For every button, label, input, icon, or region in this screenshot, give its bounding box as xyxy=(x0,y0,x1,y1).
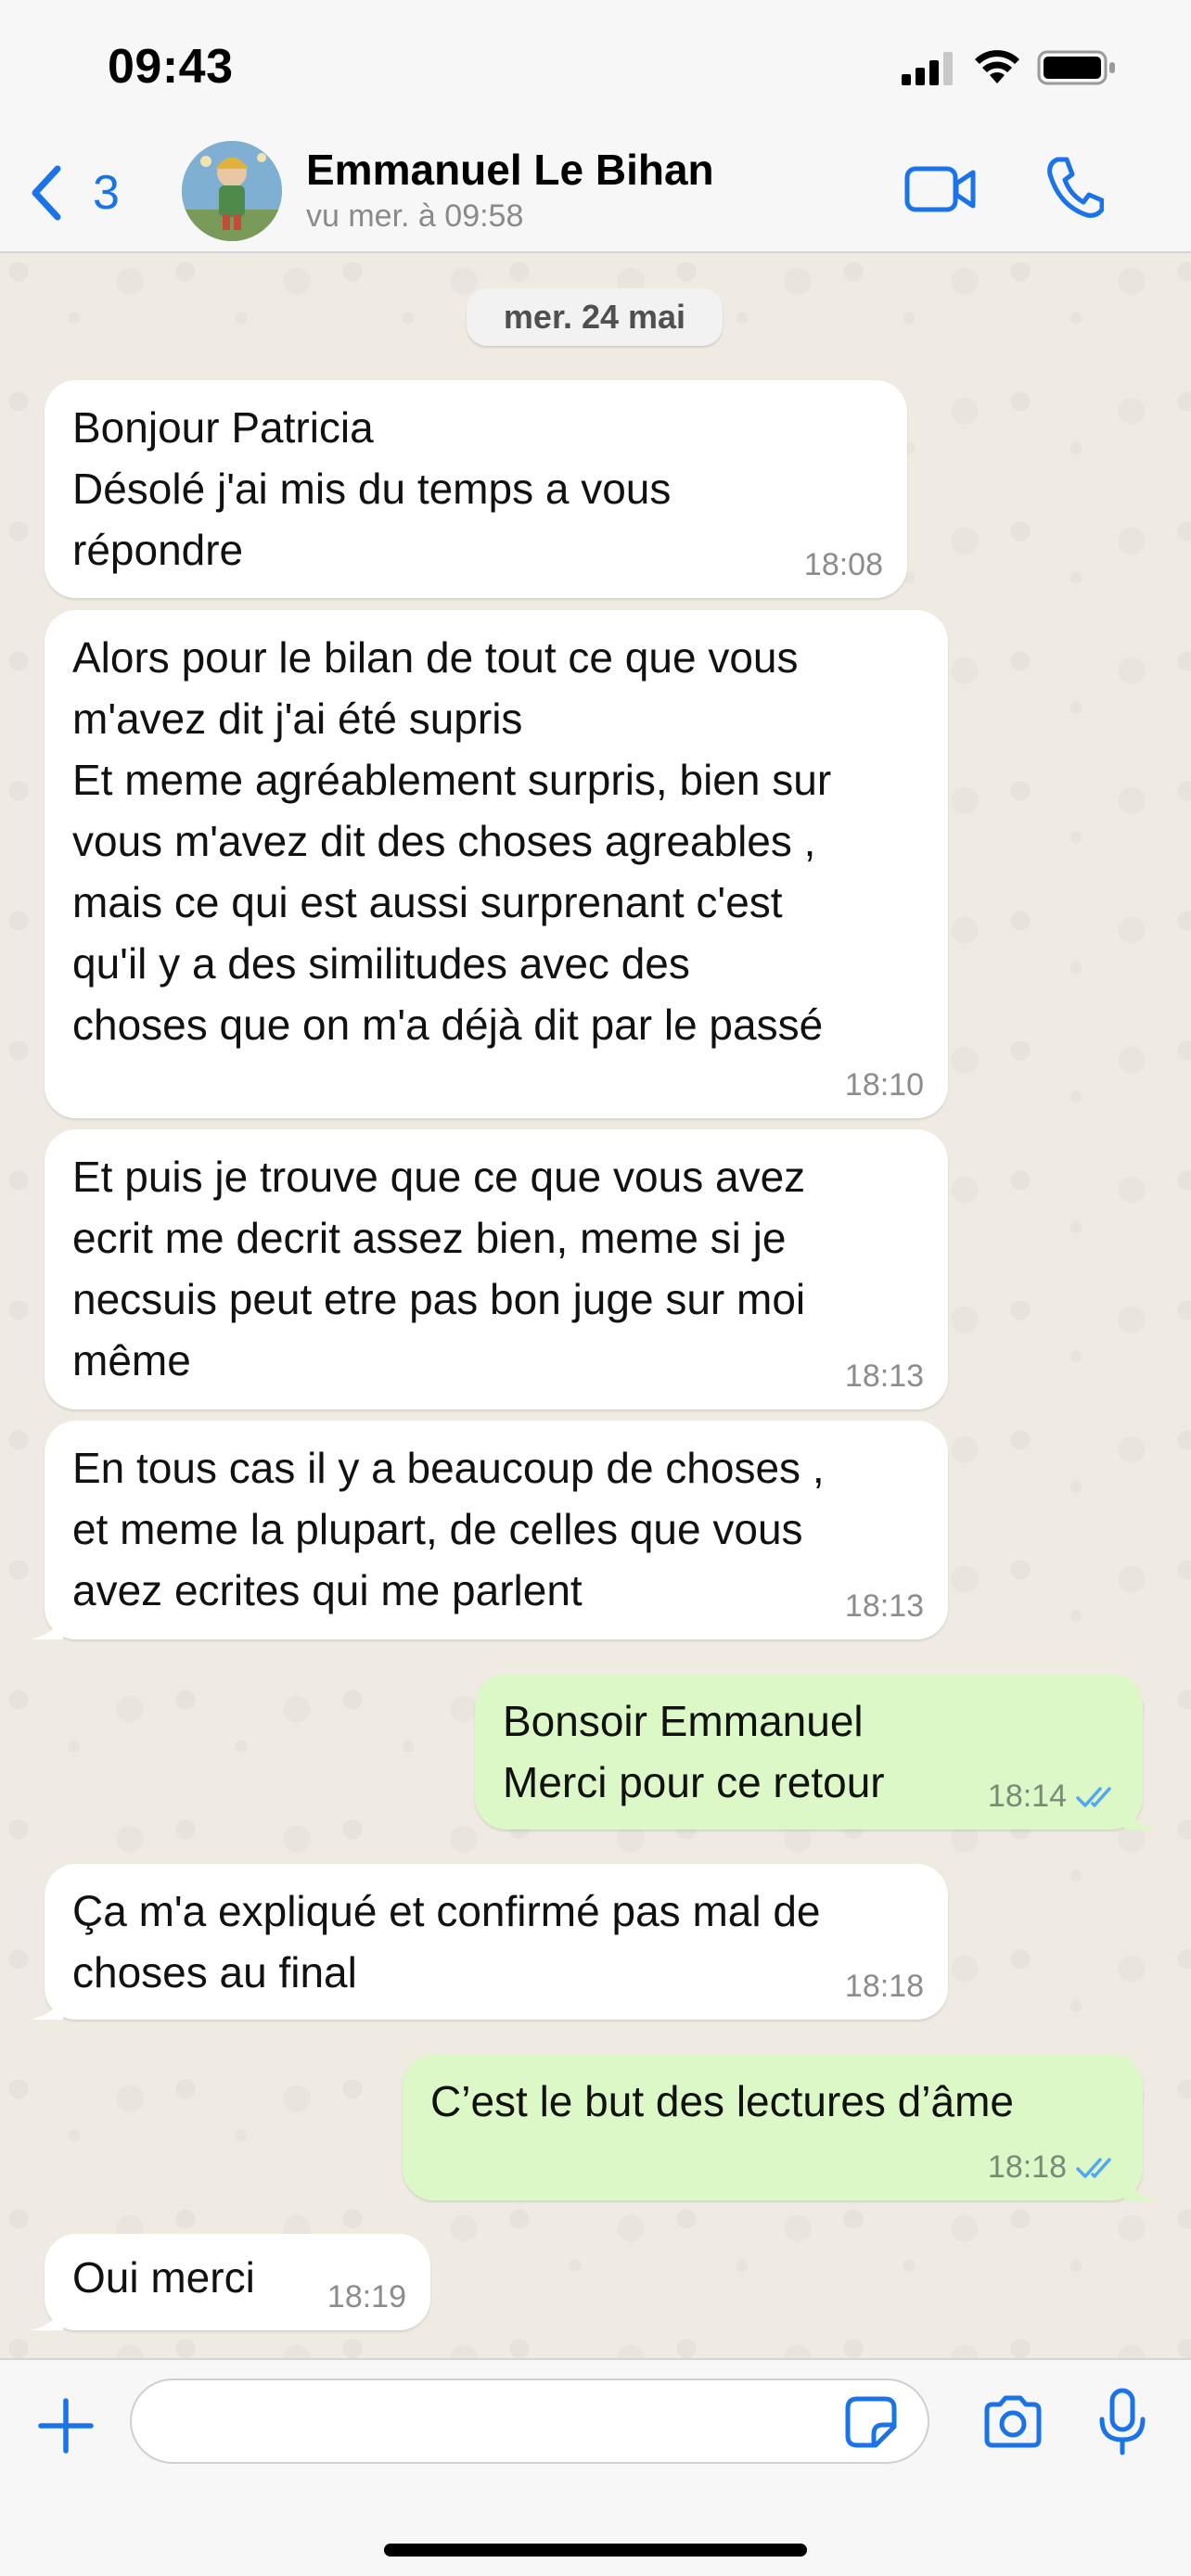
message-text: C’est le but des lectures d’âme xyxy=(430,2077,1014,2125)
message-meta: 18:19 xyxy=(327,2279,406,2315)
contact-avatar[interactable] xyxy=(182,141,282,241)
message-text: Bonjour Patricia Désolé j'ai mis du temp… xyxy=(72,403,672,574)
sticker-icon[interactable] xyxy=(844,2395,898,2449)
bubble-tail xyxy=(1124,1802,1158,1830)
double-check-read-icon xyxy=(1076,1786,1111,1807)
message-bubble-incoming[interactable]: Bonjour Patricia Désolé j'ai mis du temp… xyxy=(45,380,907,598)
message-time: 18:13 xyxy=(844,1358,924,1394)
battery-icon xyxy=(1037,50,1115,85)
avatar-image xyxy=(182,141,282,241)
message-meta: 18:13 xyxy=(845,1358,924,1395)
message-bubble-incoming[interactable]: Oui merci 18:19 xyxy=(30,2234,430,2330)
camera-icon[interactable] xyxy=(981,2395,1044,2449)
message-bubble-incoming[interactable]: Ça m'a expliqué et confirmé pas mal de c… xyxy=(30,1864,948,2020)
message-time: 18:08 xyxy=(803,547,883,582)
chat-header: 3 Emmanuel Le Bihan vu mer. à 09:58 xyxy=(0,137,1191,253)
chat-messages-area[interactable]: mer. 24 mai Bonjour Patricia Désolé j'ai… xyxy=(0,253,1191,2358)
message-bubble-incoming[interactable]: Alors pour le bilan de tout ce que vous … xyxy=(45,610,948,1118)
phone-icon[interactable] xyxy=(1044,154,1104,221)
unread-count: 3 xyxy=(93,166,120,220)
cellular-signal-icon xyxy=(902,52,953,85)
status-time: 09:43 xyxy=(108,40,234,94)
video-call-icon[interactable] xyxy=(904,158,977,221)
message-bubble-outgoing[interactable]: Bonsoir Emmanuel Merci pour ce retour 18… xyxy=(475,1674,1158,1830)
contact-name[interactable]: Emmanuel Le Bihan xyxy=(306,145,714,195)
message-composer xyxy=(0,2358,1191,2576)
message-meta: 18:14 xyxy=(988,1779,1119,1815)
message-text: En tous cas il y a beaucoup de choses , … xyxy=(72,1444,825,1614)
message-text: Et puis je trouve que ce que vous avez e… xyxy=(72,1153,806,1384)
last-seen-status: vu mer. à 09:58 xyxy=(306,198,524,234)
plus-icon[interactable] xyxy=(37,2397,95,2455)
message-bubble-incoming[interactable]: En tous cas il y a beaucoup de choses , … xyxy=(30,1421,948,1639)
message-meta: 18:08 xyxy=(804,547,883,583)
message-time: 18:14 xyxy=(987,1779,1067,1814)
message-meta: 18:13 xyxy=(845,1588,924,1625)
chevron-left-icon xyxy=(32,165,61,221)
message-time: 18:19 xyxy=(327,2279,406,2315)
status-bar: 09:43 xyxy=(0,0,1191,137)
microphone-icon[interactable] xyxy=(1096,2388,1148,2456)
bubble-tail xyxy=(30,1612,63,1639)
bubble-tail xyxy=(1124,2173,1158,2200)
message-meta: 18:10 xyxy=(845,1067,924,1103)
bubble-tail xyxy=(30,2302,63,2330)
double-check-read-icon xyxy=(1076,2157,1111,2178)
message-time: 18:18 xyxy=(987,2149,1067,2185)
message-text: Alors pour le bilan de tout ce que vous … xyxy=(72,633,832,1049)
message-meta: 18:18 xyxy=(845,1969,924,2005)
message-text: Ça m'a expliqué et confirmé pas mal de c… xyxy=(72,1887,821,1996)
message-input[interactable] xyxy=(130,2378,929,2464)
back-button[interactable]: 3 xyxy=(28,156,139,230)
home-indicator xyxy=(384,2544,807,2557)
wifi-icon xyxy=(975,50,1019,83)
message-meta: 18:18 xyxy=(988,2149,1119,2186)
date-separator: mer. 24 mai xyxy=(467,288,723,346)
message-time: 18:13 xyxy=(844,1588,924,1624)
message-time: 18:18 xyxy=(844,1969,924,2004)
message-bubble-incoming[interactable]: Et puis je trouve que ce que vous avez e… xyxy=(45,1129,948,1409)
bubble-tail xyxy=(30,1992,63,2020)
message-time: 18:10 xyxy=(844,1067,924,1103)
message-bubble-outgoing[interactable]: C’est le but des lectures d’âme 18:18 xyxy=(403,2054,1158,2200)
